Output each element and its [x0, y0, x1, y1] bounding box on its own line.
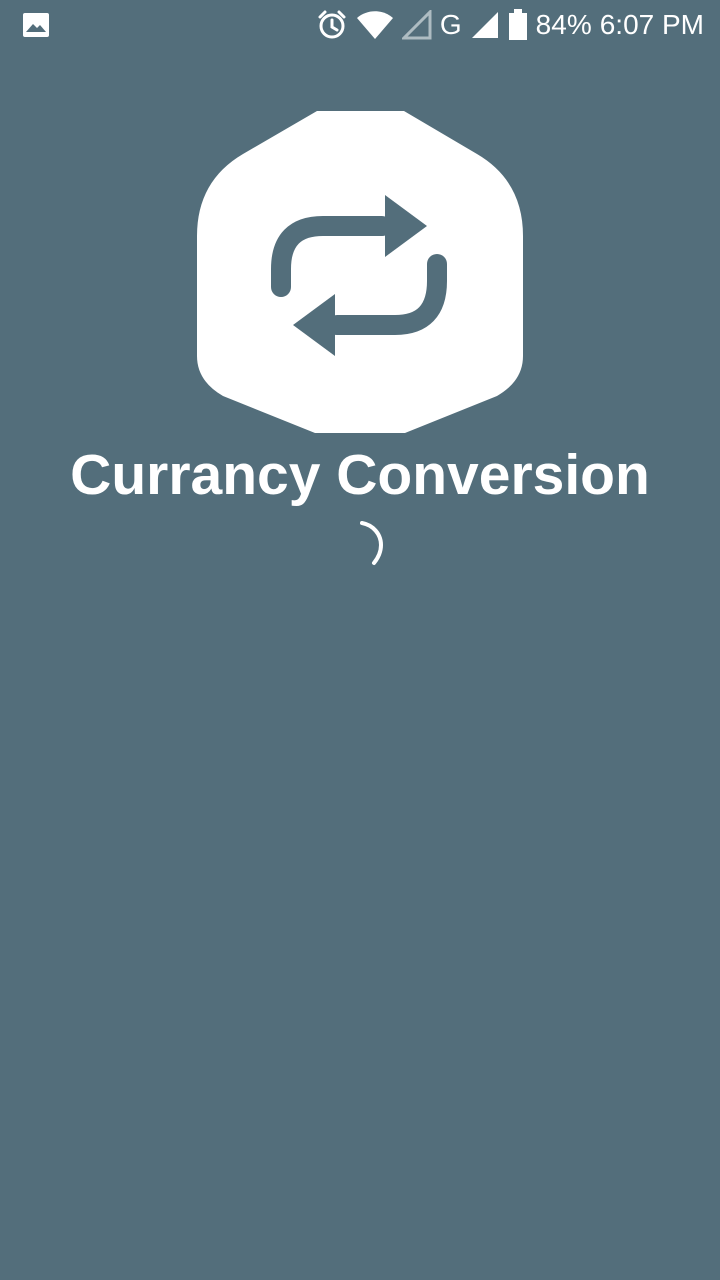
status-icons: G 84% 6:07 PM [316, 8, 704, 42]
spinner-icon [360, 521, 384, 565]
image-notification-icon [23, 13, 49, 37]
alarm-icon [318, 10, 346, 39]
network-type-label: G [439, 9, 462, 40]
signal-icon [471, 12, 498, 38]
battery-icon [508, 9, 527, 40]
status-time: 6:07 PM [599, 9, 704, 40]
status-bar: G 84% 6:07 PM [0, 0, 720, 50]
app-title: Currancy Conversion [70, 443, 650, 507]
signal-empty-icon [401, 10, 432, 40]
battery-percent: 84% [535, 9, 592, 40]
wifi-icon [356, 11, 393, 39]
exchange-arrows-icon [197, 111, 523, 433]
